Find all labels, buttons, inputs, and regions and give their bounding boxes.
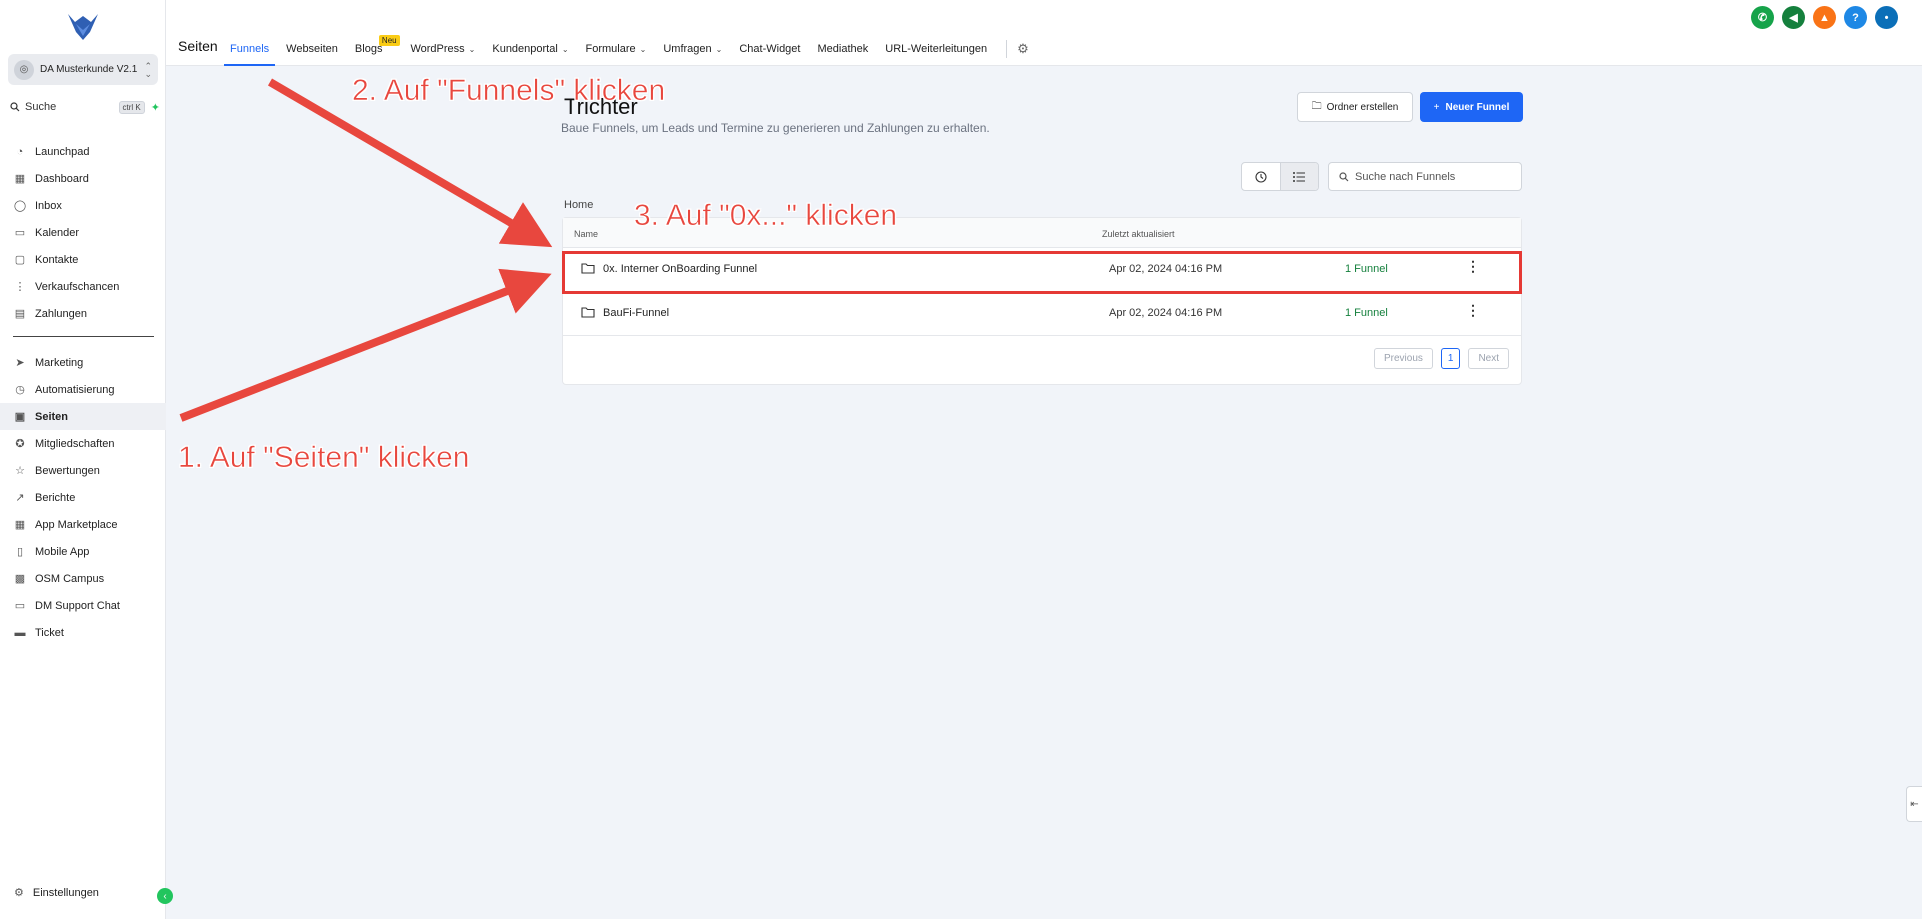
arrow-step1 bbox=[179, 268, 552, 422]
side-panel-toggle[interactable]: ⇤ bbox=[1906, 786, 1922, 822]
annotation-step2: 2. Auf "Funnels" klicken bbox=[352, 74, 666, 108]
annotation-step1: 1. Auf "Seiten" klicken bbox=[178, 441, 470, 475]
annotation-step3: 3. Auf "0x..." klicken bbox=[634, 199, 898, 233]
